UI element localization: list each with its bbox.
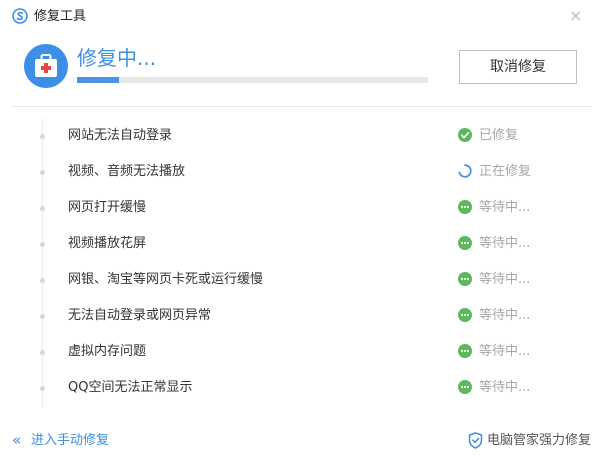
task-row: 无法自动登录或网页异常 等待中... [0, 298, 604, 334]
task-label: 网站无法自动登录 [68, 128, 173, 143]
waiting-dots-icon [458, 272, 472, 286]
waiting-dots-icon [458, 200, 472, 214]
spinner-icon [458, 164, 472, 178]
task-row: 网页打开缓慢 等待中... [0, 190, 604, 226]
check-icon [458, 128, 472, 142]
window-title: 修复工具 [34, 9, 87, 24]
waiting-dots-icon [458, 308, 472, 322]
task-status: 等待中... [479, 308, 531, 323]
progress-fill [77, 77, 120, 83]
waiting-dots-icon [458, 236, 472, 250]
progress-bar [77, 77, 428, 83]
task-status: 已修复 [479, 128, 519, 143]
timeline-dot [40, 206, 45, 211]
brand-label: 电脑管家强力修复 [487, 433, 592, 448]
task-label: 视频、音频无法播放 [68, 164, 186, 179]
task-label: QQ空间无法正常显示 [68, 380, 193, 395]
task-status: 正在修复 [479, 164, 532, 179]
waiting-dots-icon [458, 344, 472, 358]
task-list: 网站无法自动登录 已修复 视频、音频无法播放 正在修复 网页打开缓慢 等待中..… [0, 118, 604, 406]
manual-repair-label: 进入手动修复 [31, 433, 110, 448]
task-row: 视频、音频无法播放 正在修复 [0, 154, 604, 190]
header-divider [12, 106, 592, 107]
close-icon[interactable]: × [569, 6, 582, 26]
task-label: 虚拟内存问题 [68, 344, 147, 359]
first-aid-kit-icon [24, 44, 68, 88]
title-bar: 修复工具 × [0, 0, 604, 34]
task-row: 视频播放花屏 等待中... [0, 226, 604, 262]
double-chevron-left-icon: « [12, 431, 22, 449]
timeline-dot [40, 242, 45, 247]
timeline-dot [40, 314, 45, 319]
timeline-dot [40, 134, 45, 139]
repair-status-text: 修复中... [77, 46, 157, 70]
task-row: 虚拟内存问题 等待中... [0, 334, 604, 370]
task-label: 无法自动登录或网页异常 [68, 308, 212, 323]
app-logo-icon [12, 8, 28, 24]
shield-icon [468, 432, 483, 449]
task-row: 网银、淘宝等网页卡死或运行缓慢 等待中... [0, 262, 604, 298]
task-status: 等待中... [479, 200, 531, 215]
task-status: 等待中... [479, 236, 531, 251]
cancel-repair-button[interactable]: 取消修复 [459, 50, 577, 84]
task-row: QQ空间无法正常显示 等待中... [0, 370, 604, 406]
timeline-dot [40, 170, 45, 175]
waiting-dots-icon [458, 380, 472, 394]
task-label: 网页打开缓慢 [68, 200, 147, 215]
timeline-dot [40, 350, 45, 355]
task-label: 网银、淘宝等网页卡死或运行缓慢 [68, 272, 264, 287]
task-label: 视频播放花屏 [68, 236, 147, 251]
task-status: 等待中... [479, 380, 531, 395]
task-status: 等待中... [479, 344, 531, 359]
task-row: 网站无法自动登录 已修复 [0, 118, 604, 154]
timeline-dot [40, 278, 45, 283]
timeline-dot [40, 386, 45, 391]
task-status: 等待中... [479, 272, 531, 287]
